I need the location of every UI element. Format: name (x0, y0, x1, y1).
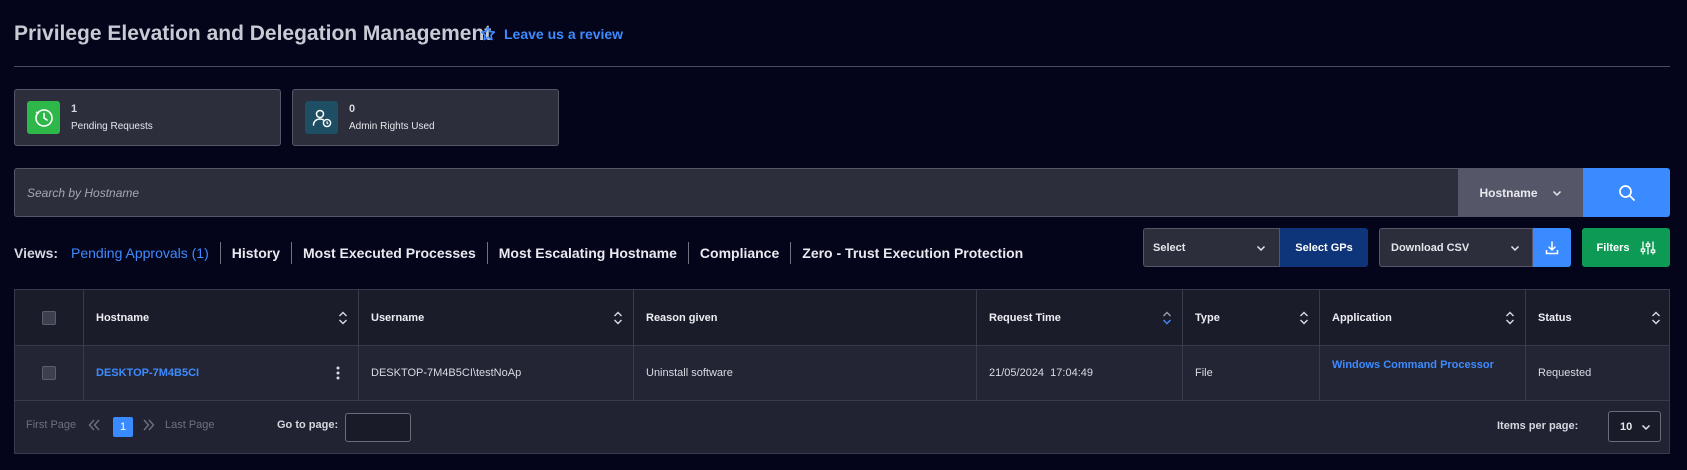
tab-most-executed-processes[interactable]: Most Executed Processes (292, 242, 488, 264)
sort-desc-icon[interactable] (1162, 310, 1172, 326)
pagination: First Page 1 Last Page Go to page: Items… (15, 401, 1669, 454)
select-all-checkbox[interactable] (42, 310, 56, 325)
review-link-label: Leave us a review (504, 26, 624, 42)
views-tabs: Pending Approvals (1) History Most Execu… (60, 242, 1034, 264)
admin-rights-count: 0 (349, 103, 356, 115)
views-label: Views: (14, 245, 59, 261)
sort-icon[interactable] (1299, 310, 1309, 326)
application-link[interactable]: Windows Command Processor (1332, 359, 1494, 371)
type-cell: File (1195, 367, 1213, 379)
hostname-link[interactable]: DESKTOP-7M4B5CI (96, 367, 199, 379)
col-status: Status (1538, 311, 1572, 324)
tab-history[interactable]: History (221, 242, 292, 264)
request-time-cell: 21/05/2024 17:04:49 (989, 367, 1093, 379)
sliders-icon (1640, 241, 1655, 254)
chevron-down-icon (1256, 245, 1266, 251)
reason-cell: Uninstall software (646, 367, 733, 379)
admin-rights-card[interactable]: 0 Admin Rights Used (292, 89, 559, 146)
header-divider (14, 66, 1670, 67)
search-field-select[interactable]: Hostname (1458, 168, 1583, 217)
pending-requests-card[interactable]: 1 Pending Requests (14, 89, 281, 146)
tab-pending-approvals[interactable]: Pending Approvals (1) (60, 242, 221, 264)
double-chevron-left-icon[interactable] (87, 418, 101, 432)
chevron-down-icon (1641, 424, 1651, 430)
col-type: Type (1195, 311, 1220, 324)
sort-icon[interactable] (1651, 310, 1661, 326)
items-per-page-select[interactable]: 10 (1608, 411, 1661, 442)
double-chevron-right-icon[interactable] (142, 418, 156, 432)
first-page-link[interactable]: First Page (26, 419, 76, 431)
chevron-down-icon (1510, 245, 1520, 251)
admin-rights-label: Admin Rights Used (349, 121, 435, 132)
gp-select-value: Select (1153, 241, 1186, 254)
sort-icon[interactable] (613, 310, 623, 326)
filters-button[interactable]: Filters (1582, 228, 1670, 267)
clock-check-icon (27, 101, 60, 134)
download-csv-select[interactable]: Download CSV (1379, 228, 1533, 267)
requests-table: Hostname Username Reason given Request T… (14, 289, 1670, 454)
tab-compliance[interactable]: Compliance (689, 242, 792, 264)
col-username: Username (371, 311, 425, 324)
kebab-menu-icon[interactable] (336, 365, 340, 381)
pending-requests-label: Pending Requests (71, 121, 153, 132)
status-cell: Requested (1538, 367, 1592, 379)
items-per-page-label: Items per page: (1497, 420, 1579, 432)
col-request-time: Request Time (989, 311, 1061, 324)
pending-requests-count: 1 (71, 103, 78, 115)
page-number-current[interactable]: 1 (113, 417, 133, 437)
tab-most-escalating-hostname[interactable]: Most Escalating Hostname (488, 242, 689, 264)
last-page-link[interactable]: Last Page (165, 419, 215, 431)
search-button[interactable] (1583, 168, 1670, 217)
col-reason: Reason given (646, 311, 718, 324)
chevron-down-icon (1552, 190, 1561, 196)
search-input[interactable] (15, 169, 1458, 216)
row-checkbox[interactable] (42, 366, 56, 380)
tab-zero-trust[interactable]: Zero - Trust Execution Protection (791, 242, 1034, 264)
page-title: Privilege Elevation and Delegation Manag… (14, 22, 492, 45)
gp-select[interactable]: Select (1143, 228, 1280, 267)
sort-icon[interactable] (1505, 310, 1515, 326)
table-header: Hostname Username Reason given Request T… (15, 290, 1669, 346)
search-field-label: Hostname (1479, 185, 1538, 200)
search-box (14, 168, 1458, 217)
download-csv-label: Download CSV (1391, 241, 1470, 254)
star-icon (480, 26, 496, 41)
review-link[interactable]: Leave us a review (480, 26, 623, 42)
select-gps-button[interactable]: Select GPs (1280, 228, 1368, 267)
go-to-page-input[interactable] (345, 413, 411, 442)
username-cell: DESKTOP-7M4B5CI\testNoAp (371, 367, 522, 379)
col-hostname: Hostname (96, 311, 150, 324)
sort-icon[interactable] (338, 310, 348, 326)
download-icon (1545, 240, 1559, 254)
go-to-page-label: Go to page: (277, 419, 339, 431)
download-button[interactable] (1533, 228, 1571, 267)
search-icon (1618, 184, 1635, 201)
filters-label: Filters (1596, 241, 1630, 254)
table-row[interactable]: DESKTOP-7M4B5CI DESKTOP-7M4B5CI\testNoAp… (15, 346, 1669, 401)
col-application: Application (1332, 311, 1392, 324)
user-admin-icon (305, 101, 338, 134)
items-per-page-value: 10 (1620, 420, 1633, 433)
